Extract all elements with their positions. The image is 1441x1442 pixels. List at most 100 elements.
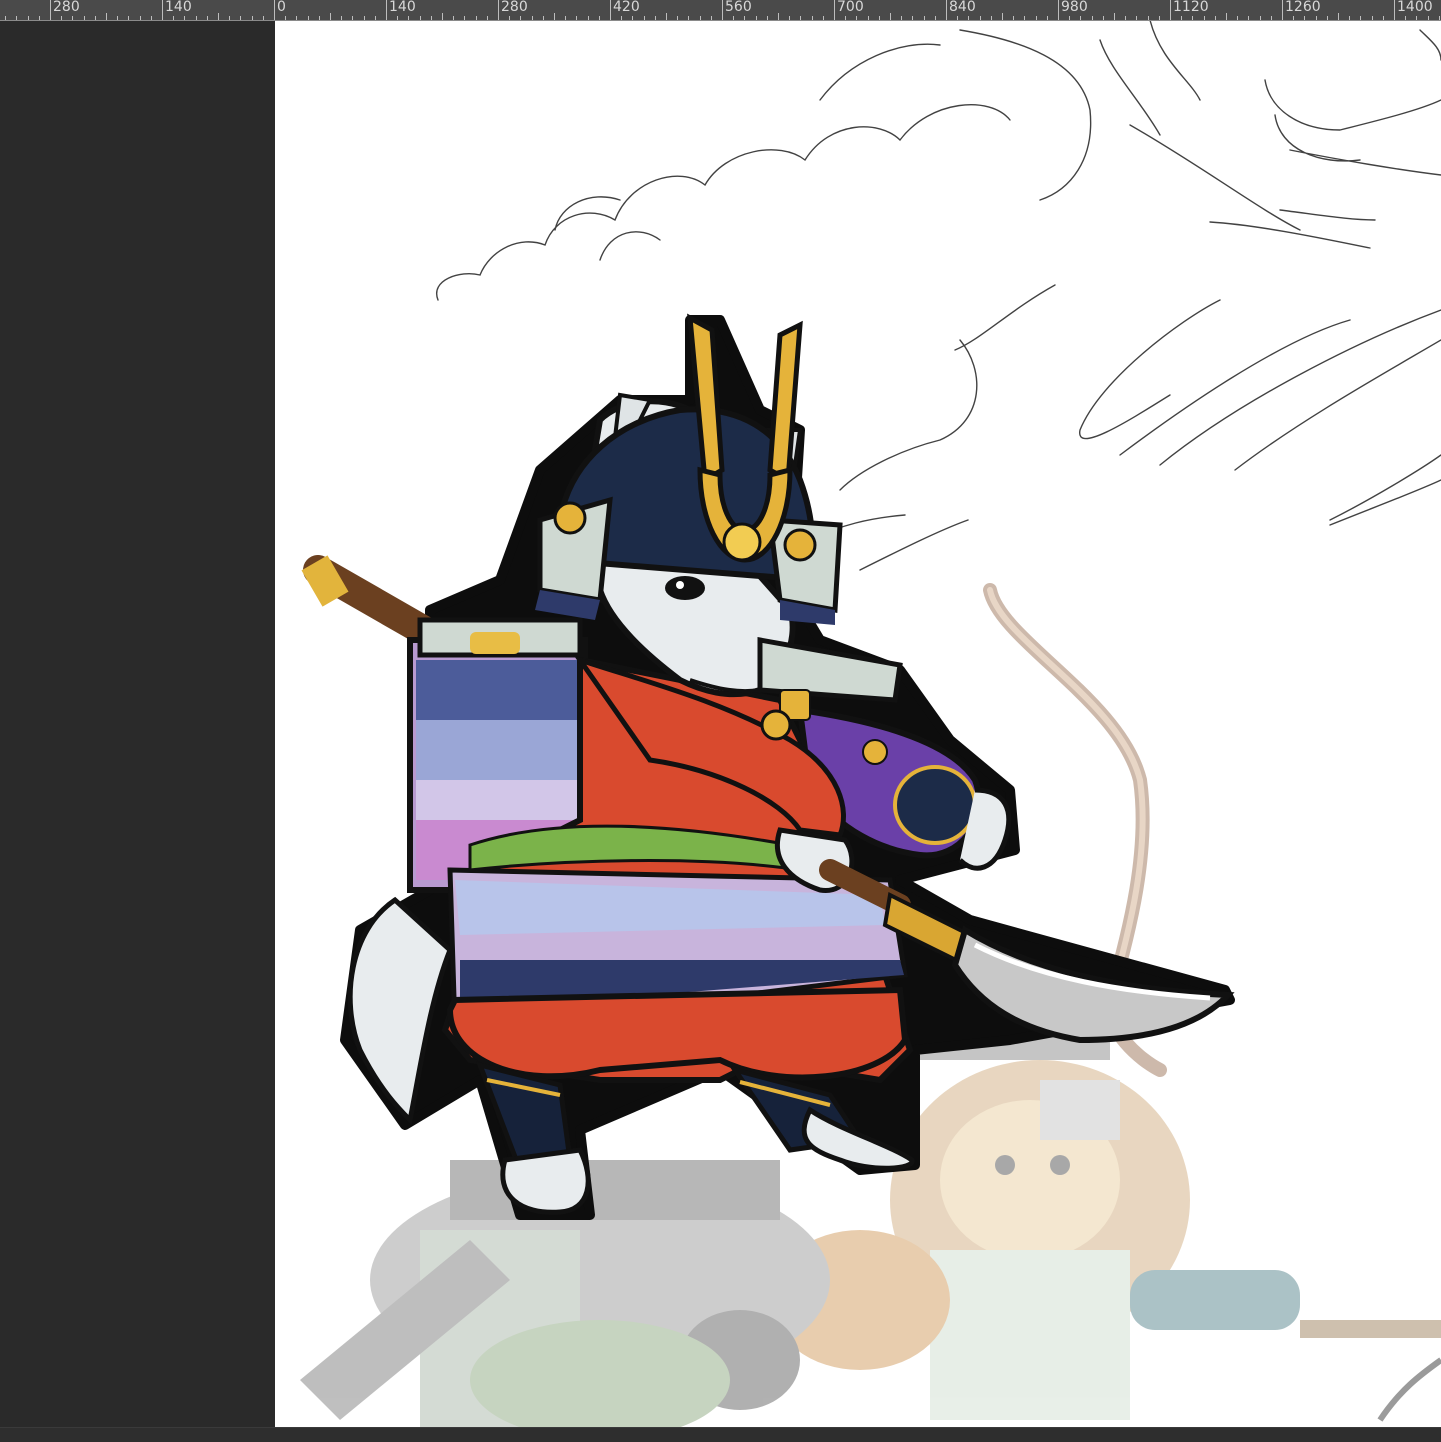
ruler-minor-tick — [700, 16, 701, 20]
ruler-label: 140 — [389, 0, 416, 15]
ruler-minor-tick — [890, 13, 891, 20]
ruler-minor-tick — [912, 16, 913, 20]
ruler-minor-tick — [711, 16, 712, 20]
ruler-minor-tick — [1136, 16, 1137, 20]
ruler-minor-tick — [352, 16, 353, 20]
ruler-minor-tick — [319, 16, 320, 20]
ruler-minor-tick — [1069, 16, 1070, 20]
ruler-minor-tick — [1215, 16, 1216, 20]
ruler-minor-tick — [39, 16, 40, 20]
ruler-minor-tick — [442, 13, 443, 20]
ruler-minor-tick — [229, 16, 230, 20]
ruler-minor-tick — [812, 16, 813, 20]
ruler-minor-tick — [576, 16, 577, 20]
ruler-minor-tick — [644, 16, 645, 20]
ruler-minor-tick — [1092, 16, 1093, 20]
ruler-minor-tick — [5, 16, 6, 20]
ruler-minor-tick — [106, 13, 107, 20]
ruler-minor-tick — [957, 16, 958, 20]
ruler-minor-tick — [84, 16, 85, 20]
ruler-minor-tick — [991, 16, 992, 20]
ruler-minor-tick — [688, 16, 689, 20]
ruler-minor-tick — [1192, 16, 1193, 20]
ruler-minor-tick — [341, 16, 342, 20]
ruler-minor-tick — [1428, 16, 1429, 20]
ruler-minor-tick — [666, 13, 667, 20]
ruler-minor-tick — [924, 16, 925, 20]
ruler-minor-tick — [1047, 16, 1048, 20]
ruler-minor-tick — [800, 16, 801, 20]
ruler-minor-tick — [1002, 13, 1003, 20]
ruler-minor-tick — [520, 16, 521, 20]
ruler-minor-tick — [789, 16, 790, 20]
ruler-minor-tick — [980, 16, 981, 20]
ruler-minor-tick — [420, 16, 421, 20]
ruler-minor-tick — [151, 16, 152, 20]
ruler-minor-tick — [1237, 16, 1238, 20]
ruler-minor-tick — [140, 16, 141, 20]
ruler-minor-tick — [1304, 16, 1305, 20]
ruler-minor-tick — [431, 16, 432, 20]
ruler-minor-tick — [1080, 16, 1081, 20]
ruler-label: 280 — [501, 0, 528, 15]
ruler-label: 980 — [1061, 0, 1088, 15]
ruler-minor-tick — [207, 16, 208, 20]
drawing-canvas[interactable] — [275, 21, 1441, 1427]
ruler-minor-tick — [397, 16, 398, 20]
status-bar — [0, 1427, 1441, 1442]
ruler-minor-tick — [196, 16, 197, 20]
ruler-major-tick — [1170, 0, 1171, 20]
ruler-minor-tick — [677, 16, 678, 20]
ruler-minor-tick — [330, 13, 331, 20]
ruler-major-tick — [834, 0, 835, 20]
ruler-minor-tick — [543, 16, 544, 20]
ruler-major-tick — [722, 0, 723, 20]
ruler-major-tick — [1058, 0, 1059, 20]
ruler-minor-tick — [1248, 16, 1249, 20]
ruler-minor-tick — [1103, 16, 1104, 20]
ruler-minor-tick — [285, 16, 286, 20]
ruler-minor-tick — [1260, 16, 1261, 20]
ruler-label: 1260 — [1285, 0, 1321, 15]
ruler-minor-tick — [621, 16, 622, 20]
ruler-major-tick — [946, 0, 947, 20]
ruler-major-tick — [274, 0, 275, 20]
ruler-minor-tick — [767, 16, 768, 20]
ruler-minor-tick — [1024, 16, 1025, 20]
ruler-minor-tick — [1125, 16, 1126, 20]
ruler-minor-tick — [823, 16, 824, 20]
ruler-minor-tick — [240, 16, 241, 20]
ruler-minor-tick — [554, 13, 555, 20]
ruler-minor-tick — [1439, 16, 1440, 20]
ruler-minor-tick — [935, 16, 936, 20]
ruler-label: 1120 — [1173, 0, 1209, 15]
ruler-minor-tick — [655, 16, 656, 20]
ruler-label: 560 — [725, 0, 752, 15]
ruler-minor-tick — [72, 16, 73, 20]
ruler-minor-tick — [756, 16, 757, 20]
ruler-minor-tick — [184, 16, 185, 20]
ruler-minor-tick — [263, 16, 264, 20]
ruler-major-tick — [498, 0, 499, 20]
ruler-minor-tick — [453, 16, 454, 20]
ruler-minor-tick — [845, 16, 846, 20]
ruler-minor-tick — [128, 16, 129, 20]
ruler-minor-tick — [1271, 16, 1272, 20]
ruler-minor-tick — [476, 16, 477, 20]
ruler-minor-tick — [1013, 16, 1014, 20]
ruler-minor-tick — [901, 16, 902, 20]
ruler-minor-tick — [1349, 16, 1350, 20]
ruler-minor-tick — [1405, 16, 1406, 20]
ruler-minor-tick — [487, 16, 488, 20]
ruler-label: 280 — [53, 0, 80, 15]
ruler-major-tick — [162, 0, 163, 20]
ruler-minor-tick — [879, 16, 880, 20]
ruler-minor-tick — [588, 16, 589, 20]
ruler-minor-tick — [532, 16, 533, 20]
ruler-minor-tick — [95, 16, 96, 20]
ruler-minor-tick — [856, 16, 857, 20]
horizontal-ruler[interactable]: 280 140 0 140 280 420 560 700 840 980 1120 1260 1400 — [0, 0, 1441, 21]
ruler-minor-tick — [1114, 13, 1115, 20]
ruler-minor-tick — [1293, 16, 1294, 20]
ruler-label: 700 — [837, 0, 864, 15]
